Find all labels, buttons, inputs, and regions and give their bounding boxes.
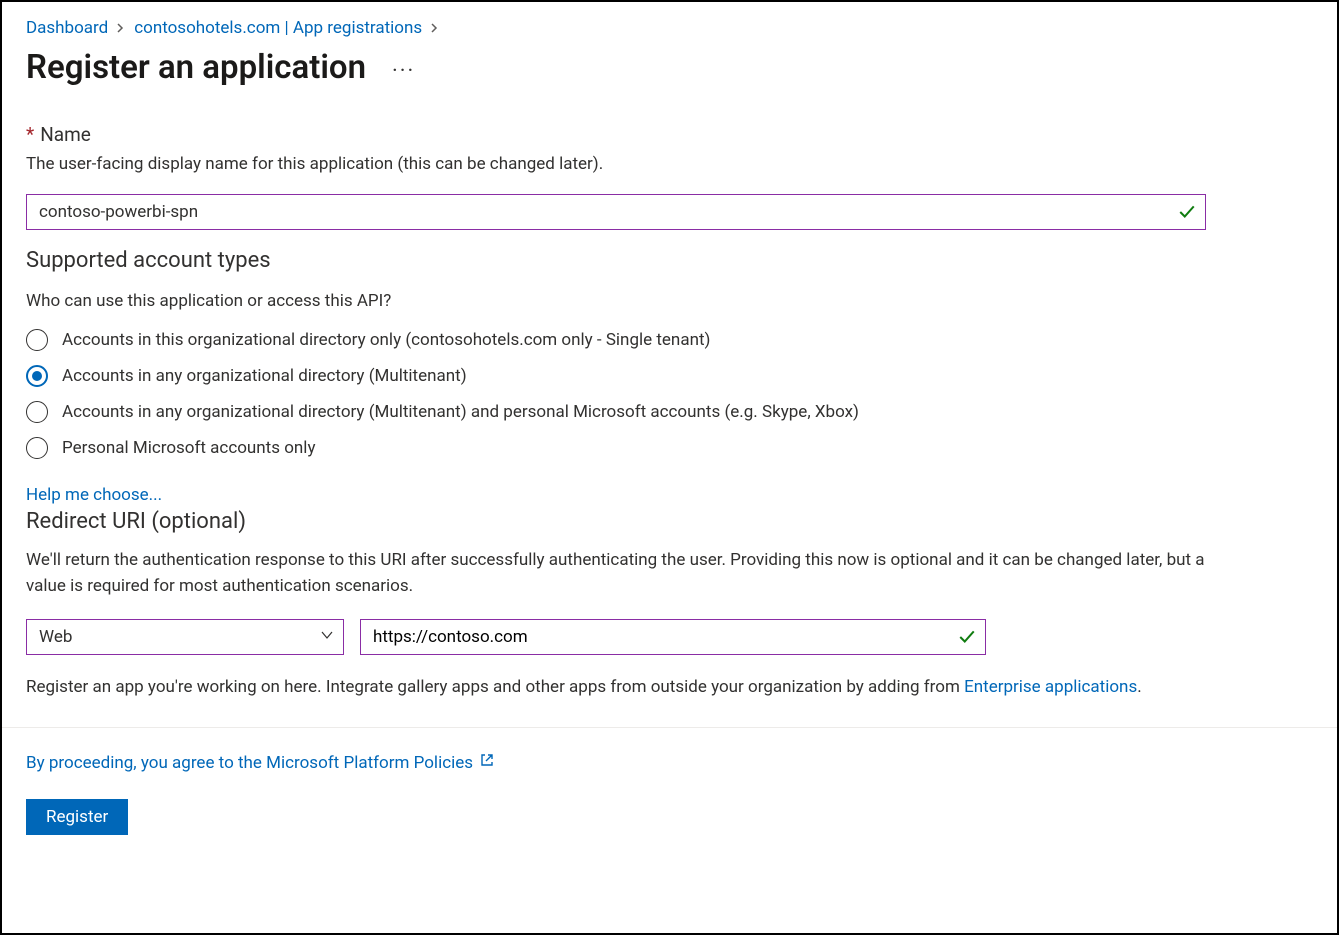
platform-policies-link[interactable]: By proceeding, you agree to the Microsof… — [26, 753, 473, 773]
name-field-description: The user-facing display name for this ap… — [26, 154, 1313, 174]
account-type-option-multitenant-personal[interactable]: Accounts in any organizational directory… — [26, 401, 1313, 423]
radio-label: Personal Microsoft accounts only — [62, 438, 315, 458]
help-me-choose-link[interactable]: Help me choose... — [26, 485, 162, 505]
external-link-icon — [479, 752, 495, 773]
page-title: Register an application — [26, 48, 366, 87]
name-input[interactable] — [26, 194, 1206, 230]
redirect-uri-heading: Redirect URI (optional) — [26, 509, 1313, 534]
redirect-platform-select[interactable]: Web — [26, 619, 344, 655]
account-type-option-multitenant[interactable]: Accounts in any organizational directory… — [26, 365, 1313, 387]
radio-icon — [26, 401, 48, 423]
breadcrumb-app-registrations[interactable]: contosohotels.com | App registrations — [134, 18, 422, 38]
redirect-uri-description: We'll return the authentication response… — [26, 548, 1226, 599]
more-actions-button[interactable]: ··· — [386, 57, 421, 87]
chevron-right-icon — [430, 22, 440, 37]
supported-account-types-heading: Supported account types — [26, 248, 1313, 273]
enterprise-applications-link[interactable]: Enterprise applications — [964, 677, 1137, 697]
breadcrumb-dashboard[interactable]: Dashboard — [26, 18, 108, 38]
radio-icon — [26, 365, 48, 387]
redirect-uri-input[interactable] — [360, 619, 986, 655]
radio-label: Accounts in this organizational director… — [62, 330, 710, 350]
account-type-option-personal-only[interactable]: Personal Microsoft accounts only — [26, 437, 1313, 459]
breadcrumb: Dashboard contosohotels.com | App regist… — [26, 18, 1313, 38]
chevron-right-icon — [116, 22, 126, 37]
account-type-radio-group: Accounts in this organizational director… — [26, 329, 1313, 459]
name-field-label: *Name — [26, 123, 1313, 146]
required-star-icon: * — [26, 123, 34, 146]
supported-account-types-subheading: Who can use this application or access t… — [26, 291, 1313, 311]
footer-note: Register an app you're working on here. … — [26, 677, 1313, 697]
radio-label: Accounts in any organizational directory… — [62, 402, 859, 422]
radio-icon — [26, 437, 48, 459]
radio-label: Accounts in any organizational directory… — [62, 366, 467, 386]
redirect-platform-value: Web — [39, 627, 72, 647]
account-type-option-single-tenant[interactable]: Accounts in this organizational director… — [26, 329, 1313, 351]
radio-icon — [26, 329, 48, 351]
divider — [2, 727, 1337, 728]
register-button[interactable]: Register — [26, 799, 128, 835]
